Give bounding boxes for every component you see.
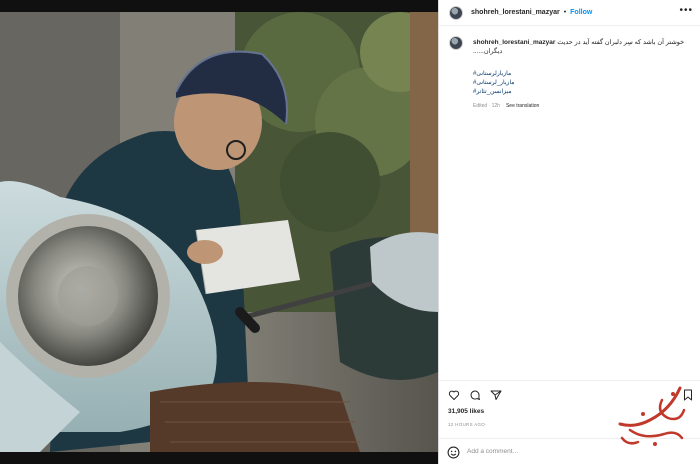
- avatar[interactable]: [449, 5, 463, 20]
- post-photo[interactable]: [0, 12, 438, 452]
- instagram-post-window: shohreh_lorestani_mazyar • Follow ••• sh…: [0, 0, 700, 464]
- more-horizontal-icon[interactable]: •••: [679, 6, 693, 16]
- hashtag-link[interactable]: #مازیار_لرستانی: [473, 79, 691, 88]
- follow-button[interactable]: Follow: [570, 9, 592, 16]
- photo-illustration: [0, 12, 438, 452]
- caption-body: shohreh_lorestani_mazyar خوشتر آن باشد ک…: [473, 38, 691, 109]
- emoji-icon[interactable]: [447, 446, 460, 459]
- caption-username[interactable]: shohreh_lorestani_mazyar: [473, 39, 555, 46]
- paper-plane-icon[interactable]: [490, 389, 502, 401]
- post-header: shohreh_lorestani_mazyar • Follow •••: [439, 0, 700, 26]
- caption-avatar[interactable]: [449, 36, 463, 50]
- comment-icon[interactable]: [469, 389, 481, 401]
- heart-icon[interactable]: [448, 389, 460, 401]
- watermark-logo: [618, 386, 686, 446]
- likes-count[interactable]: 31,905 likes: [448, 408, 484, 415]
- comment-input[interactable]: Add a comment…: [467, 448, 519, 455]
- header-username[interactable]: shohreh_lorestani_mazyar: [471, 9, 560, 16]
- hashtag-link[interactable]: #مازیارلرستانی: [473, 70, 691, 79]
- separator-dot: •: [563, 9, 567, 16]
- edited-timestamp: Edited · 12h: [473, 103, 500, 109]
- caption-text-line: shohreh_lorestani_mazyar خوشتر آن باشد ک…: [473, 38, 691, 56]
- see-translation-link[interactable]: See translation: [506, 103, 539, 109]
- hashtag-list: #مازیارلرستانی #مازیار_لرستانی #میزانسن_…: [473, 70, 691, 97]
- post-time-ago: 12 HOURS AGO: [448, 422, 486, 427]
- post-side-panel: shohreh_lorestani_mazyar • Follow ••• sh…: [438, 0, 700, 464]
- hashtag-link[interactable]: #میزانسن_تئاتر: [473, 88, 691, 97]
- caption-meta: Edited · 12h See translation: [473, 103, 691, 109]
